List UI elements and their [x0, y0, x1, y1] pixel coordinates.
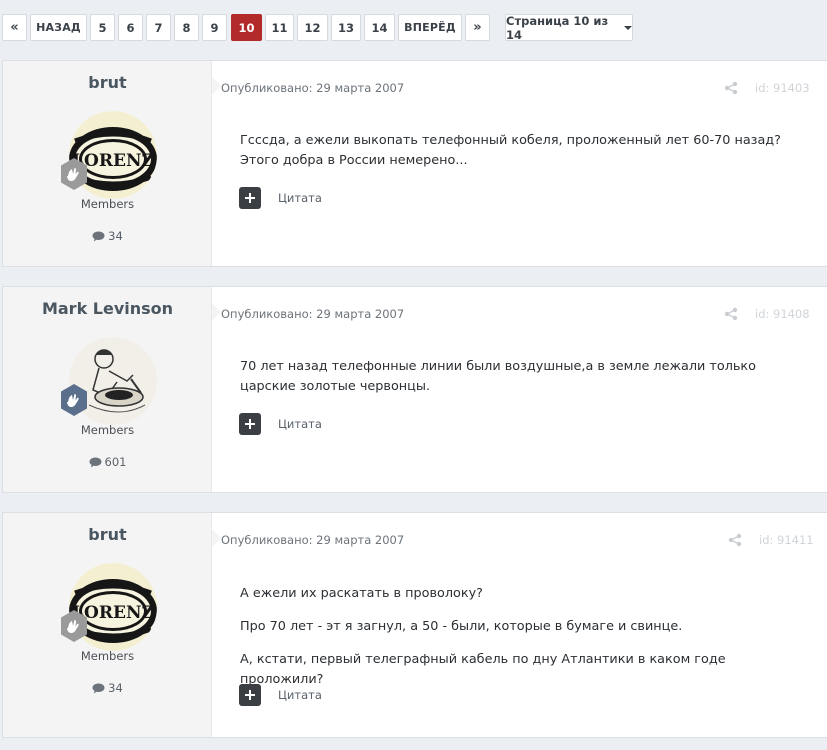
page-link-active[interactable]: 10 [231, 14, 262, 41]
comment-icon [92, 231, 105, 242]
quote-button[interactable]: Цитата [278, 417, 322, 431]
member-group: Members [80, 197, 135, 211]
post-id[interactable]: id: 91411 [759, 533, 814, 547]
post-paragraph: Гсссда, а ежели выкопать телефонный кобе… [240, 133, 781, 168]
author-pointer [212, 303, 221, 321]
quote-button[interactable]: Цитата [278, 688, 322, 702]
author-name-link[interactable]: brut [3, 73, 212, 92]
page-link[interactable]: 8 [174, 14, 199, 41]
post-content: Гсссда, а ежели выкопать телефонный кобе… [240, 131, 800, 182]
hand-badge-icon [57, 157, 91, 191]
page-link[interactable]: 5 [90, 14, 115, 41]
page-link[interactable]: 6 [118, 14, 143, 41]
hand-badge-icon [57, 609, 91, 643]
page-link[interactable]: 11 [265, 14, 294, 41]
page-link[interactable]: 12 [297, 14, 328, 41]
author-name-link[interactable]: brut [3, 525, 212, 544]
forum-post: Mark Levinson Members 601 Опубликовано: … [2, 286, 827, 493]
author-pointer [212, 77, 221, 95]
first-page-button[interactable]: « [2, 14, 27, 41]
last-page-button[interactable]: » [465, 14, 490, 41]
page-link[interactable]: 7 [146, 14, 171, 41]
plus-icon[interactable] [239, 413, 261, 435]
next-page-button[interactable]: ВПЕРЁД [398, 14, 462, 41]
author-panel: brut LORENZ Members 34 [3, 513, 212, 737]
page-jump-label: Страница 10 из 14 [506, 13, 609, 42]
caret-down-icon [624, 25, 632, 30]
post-count: 34 [3, 229, 212, 243]
hand-badge-icon [57, 383, 91, 417]
prev-page-button[interactable]: НАЗАД [30, 14, 87, 41]
forum-post: brut LORENZ Members 34 Опубликовано: 29 … [2, 512, 827, 738]
share-icon[interactable] [724, 81, 738, 95]
post-paragraph: Про 70 лет - эт я загнул, а 50 - были, к… [240, 619, 683, 634]
author-panel: Mark Levinson Members 601 [3, 287, 212, 492]
post-count-value: 601 [104, 455, 127, 469]
post-count: 601 [3, 455, 212, 469]
comment-icon [92, 683, 105, 694]
post-date[interactable]: Опубликовано: 29 марта 2007 [221, 307, 404, 321]
page-link[interactable]: 14 [364, 14, 395, 41]
plus-icon[interactable] [239, 684, 261, 706]
author-pointer [212, 529, 221, 547]
post-paragraph: 70 лет назад телефонные линии были возду… [240, 359, 756, 394]
share-icon[interactable] [724, 307, 738, 321]
post-count-value: 34 [108, 229, 123, 243]
page-jump-dropdown[interactable]: Страница 10 из 14 [505, 13, 633, 42]
post-count-value: 34 [108, 681, 123, 695]
forum-post: brut LORENZ Members 34 Опубликовано: 29 … [2, 60, 827, 267]
post-count: 34 [3, 681, 212, 695]
post-date[interactable]: Опубликовано: 29 марта 2007 [221, 533, 404, 547]
plus-icon[interactable] [239, 187, 261, 209]
post-content: 70 лет назад телефонные линии были возду… [240, 357, 800, 408]
comment-icon [89, 457, 102, 468]
post-content: А ежели их раскатать в проволоку? Про 70… [240, 584, 800, 701]
member-group: Members [80, 423, 135, 437]
post-paragraph: А, кстати, первый телеграфный кабель по … [240, 652, 726, 687]
post-date[interactable]: Опубликовано: 29 марта 2007 [221, 81, 404, 95]
page-link[interactable]: 13 [331, 14, 361, 41]
author-name-link[interactable]: Mark Levinson [3, 299, 212, 318]
share-icon[interactable] [728, 533, 742, 547]
page-link[interactable]: 9 [202, 14, 227, 41]
quote-button[interactable]: Цитата [278, 191, 322, 205]
member-group: Members [80, 649, 135, 663]
post-id[interactable]: id: 91408 [755, 307, 810, 321]
author-panel: brut LORENZ Members 34 [3, 61, 212, 266]
post-id[interactable]: id: 91403 [755, 81, 810, 95]
post-paragraph: А ежели их раскатать в проволоку? [240, 586, 483, 601]
